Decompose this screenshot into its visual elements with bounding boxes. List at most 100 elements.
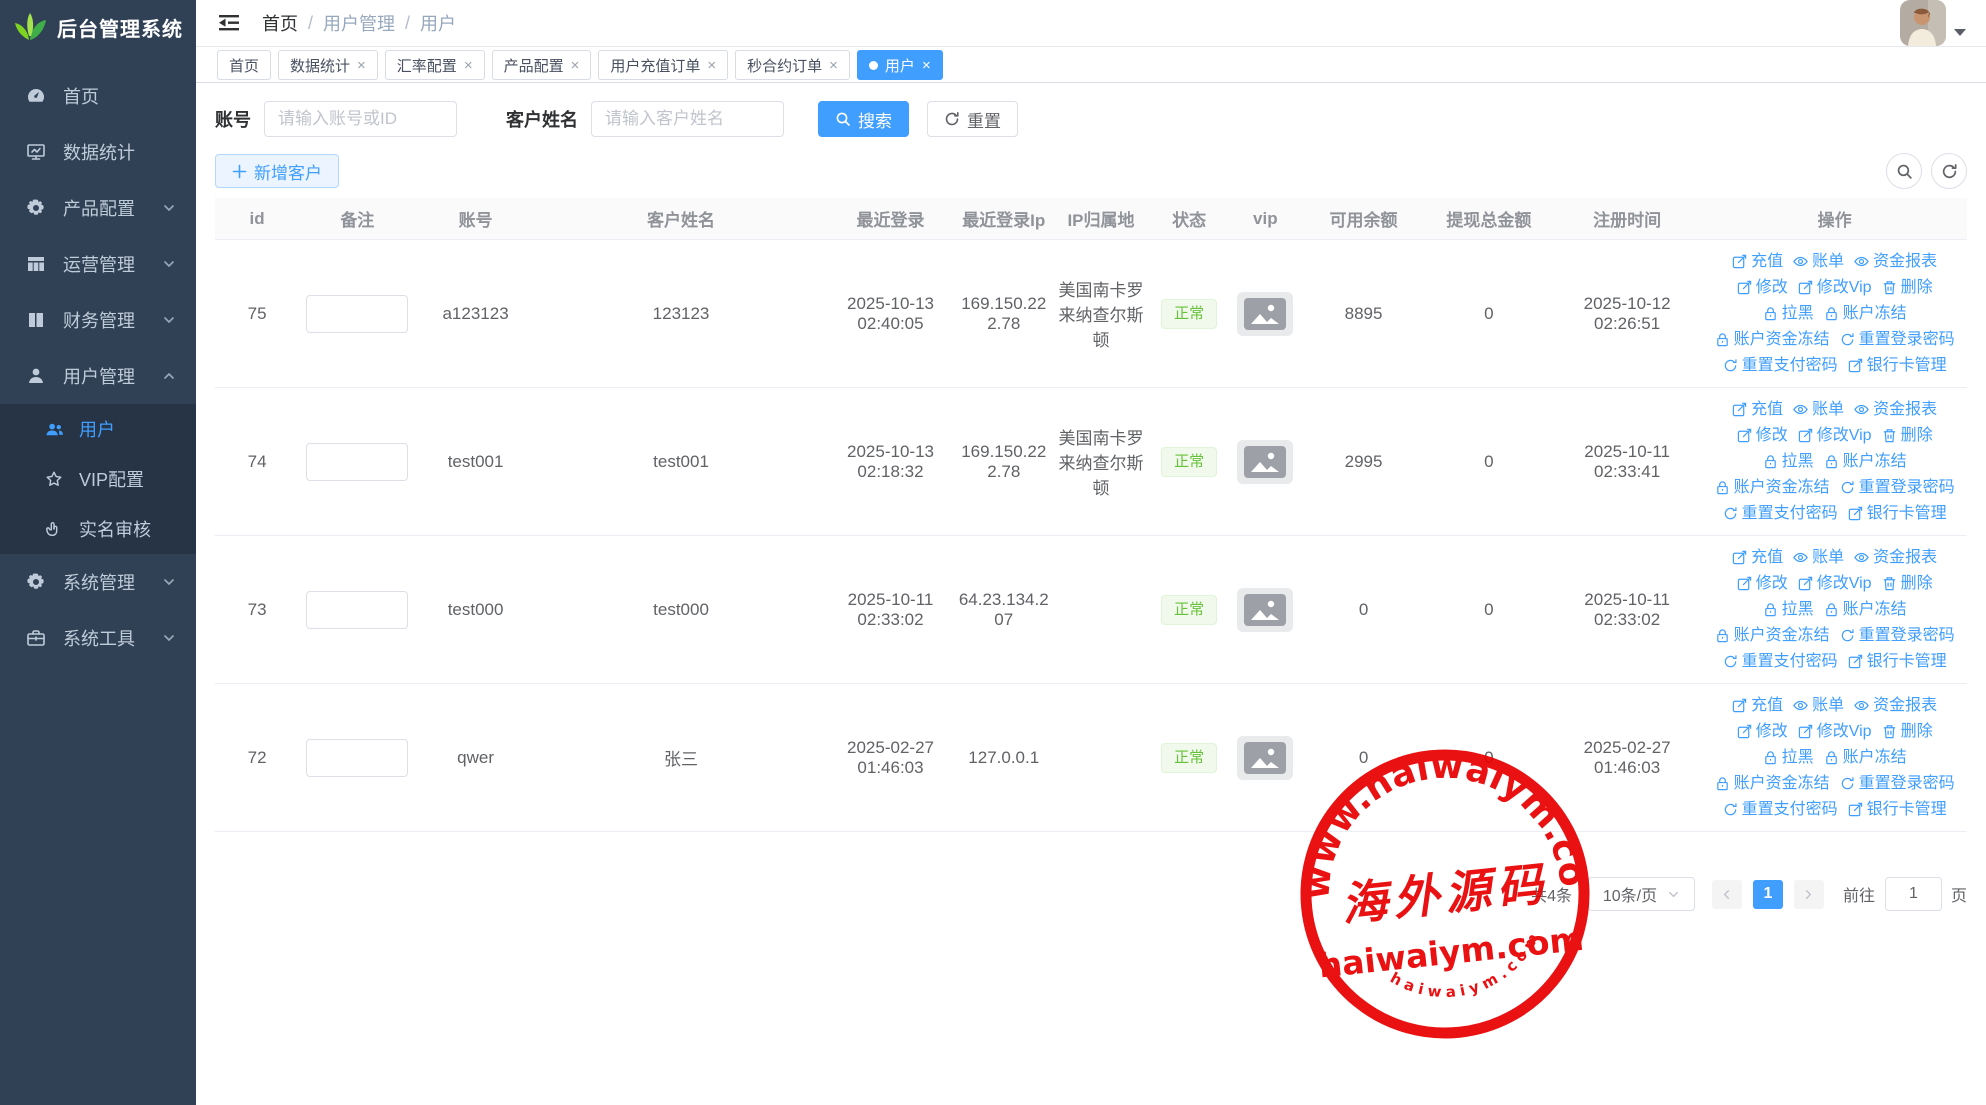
op-modify-link[interactable]: 修改 (1737, 572, 1788, 595)
op-fund-report-link[interactable]: 资金报表 (1854, 398, 1937, 421)
reset-button[interactable]: 重置 (927, 101, 1018, 137)
sidebar-item-system-tools[interactable]: 系统工具 (0, 610, 196, 666)
op-modify-vip-link[interactable]: 修改Vip (1798, 720, 1872, 743)
breadcrumb-home[interactable]: 首页 (262, 10, 298, 36)
op-modify-vip-link[interactable]: 修改Vip (1798, 276, 1872, 299)
op-freeze-funds-link[interactable]: 账户资金冻结 (1715, 772, 1830, 795)
sidebar-item-users[interactable]: 用户 (0, 404, 196, 454)
op-freeze-account-link[interactable]: 账户冻结 (1824, 450, 1907, 473)
op-bank-card-link[interactable]: 银行卡管理 (1848, 798, 1947, 821)
op-bank-card-link[interactable]: 银行卡管理 (1848, 354, 1947, 377)
avatar-dropdown-caret-icon[interactable] (1954, 29, 1966, 36)
account-input[interactable] (264, 101, 457, 137)
op-label: 重置支付密码 (1742, 354, 1838, 377)
op-bill-link[interactable]: 账单 (1793, 250, 1844, 273)
op-bank-card-link[interactable]: 银行卡管理 (1848, 502, 1947, 525)
add-customer-button[interactable]: 新增客户 (215, 154, 339, 188)
op-reset-pay-pwd-link[interactable]: 重置支付密码 (1723, 502, 1838, 525)
close-icon[interactable]: × (922, 58, 931, 73)
sidebar-item-finance[interactable]: 财务管理 (0, 292, 196, 348)
page-number-button[interactable]: 1 (1753, 880, 1783, 909)
op-freeze-account-link[interactable]: 账户冻结 (1824, 746, 1907, 769)
op-reset-pay-pwd-link[interactable]: 重置支付密码 (1723, 650, 1838, 673)
goto-page-input[interactable] (1885, 877, 1942, 911)
search-button[interactable]: 搜索 (818, 101, 909, 137)
op-blacklist-link[interactable]: 拉黑 (1763, 598, 1814, 621)
close-icon[interactable]: × (829, 58, 838, 73)
sidebar-item-product-config[interactable]: 产品配置 (0, 180, 196, 236)
page-size-select[interactable]: 10条/页 (1588, 877, 1695, 911)
remark-input[interactable] (306, 295, 408, 333)
op-delete-link[interactable]: 删除 (1882, 276, 1933, 299)
op-bill-link[interactable]: 账单 (1793, 694, 1844, 717)
op-reset-login-pwd-link[interactable]: 重置登录密码 (1840, 328, 1955, 351)
op-bill-link[interactable]: 账单 (1793, 398, 1844, 421)
customer-name-input[interactable] (591, 101, 784, 137)
op-freeze-account-link[interactable]: 账户冻结 (1824, 598, 1907, 621)
refresh-icon (1840, 332, 1855, 347)
tab-product-config[interactable]: 产品配置× (492, 50, 592, 80)
user-avatar[interactable] (1900, 0, 1946, 46)
op-recharge-link[interactable]: 充值 (1732, 250, 1783, 273)
sidebar-item-home[interactable]: 首页 (0, 68, 196, 124)
op-modify-link[interactable]: 修改 (1737, 276, 1788, 299)
op-blacklist-link[interactable]: 拉黑 (1763, 746, 1814, 769)
op-modify-link[interactable]: 修改 (1737, 720, 1788, 743)
close-icon[interactable]: × (707, 58, 716, 73)
op-recharge-link[interactable]: 充值 (1732, 694, 1783, 717)
op-freeze-funds-link[interactable]: 账户资金冻结 (1715, 328, 1830, 351)
cell-customer-name: test001 (536, 388, 827, 536)
op-modify-link[interactable]: 修改 (1737, 424, 1788, 447)
next-page-button[interactable] (1794, 880, 1824, 909)
op-delete-link[interactable]: 删除 (1882, 572, 1933, 595)
tab-home[interactable]: 首页 (217, 50, 271, 80)
op-reset-login-pwd-link[interactable]: 重置登录密码 (1840, 772, 1955, 795)
op-blacklist-link[interactable]: 拉黑 (1763, 302, 1814, 325)
tab-contract-orders[interactable]: 秒合约订单× (735, 50, 850, 80)
op-fund-report-link[interactable]: 资金报表 (1854, 250, 1937, 273)
op-blacklist-link[interactable]: 拉黑 (1763, 450, 1814, 473)
op-freeze-account-link[interactable]: 账户冻结 (1824, 302, 1907, 325)
op-bank-card-link[interactable]: 银行卡管理 (1848, 650, 1947, 673)
remark-input[interactable] (306, 739, 408, 777)
tab-recharge-orders[interactable]: 用户充值订单× (598, 50, 728, 80)
tab-users-active[interactable]: 用户× (857, 50, 943, 80)
table-search-toggle-button[interactable] (1886, 153, 1922, 189)
op-modify-vip-link[interactable]: 修改Vip (1798, 424, 1872, 447)
sidebar-item-user-management[interactable]: 用户管理 (0, 348, 196, 404)
vip-image-placeholder-icon[interactable] (1237, 736, 1293, 780)
op-delete-link[interactable]: 删除 (1882, 720, 1933, 743)
vip-image-placeholder-icon[interactable] (1237, 588, 1293, 632)
sidebar-item-vip-config[interactable]: VIP配置 (0, 454, 196, 504)
sidebar-item-system-management[interactable]: 系统管理 (0, 554, 196, 610)
op-modify-vip-link[interactable]: 修改Vip (1798, 572, 1872, 595)
op-freeze-funds-link[interactable]: 账户资金冻结 (1715, 624, 1830, 647)
remark-input[interactable] (306, 443, 408, 481)
op-reset-pay-pwd-link[interactable]: 重置支付密码 (1723, 354, 1838, 377)
op-recharge-link[interactable]: 充值 (1732, 398, 1783, 421)
op-recharge-link[interactable]: 充值 (1732, 546, 1783, 569)
op-bill-link[interactable]: 账单 (1793, 546, 1844, 569)
op-label: 拉黑 (1782, 746, 1814, 769)
table-refresh-button[interactable] (1931, 153, 1967, 189)
close-icon[interactable]: × (357, 58, 366, 73)
op-reset-pay-pwd-link[interactable]: 重置支付密码 (1723, 798, 1838, 821)
prev-page-button[interactable] (1712, 880, 1742, 909)
sidebar-item-operations[interactable]: 运营管理 (0, 236, 196, 292)
vip-image-placeholder-icon[interactable] (1237, 440, 1293, 484)
close-icon[interactable]: × (571, 58, 580, 73)
remark-input[interactable] (306, 591, 408, 629)
sidebar-item-verify[interactable]: 实名审核 (0, 504, 196, 554)
sidebar-collapse-icon[interactable] (218, 13, 240, 33)
op-fund-report-link[interactable]: 资金报表 (1854, 546, 1937, 569)
vip-image-placeholder-icon[interactable] (1237, 292, 1293, 336)
op-reset-login-pwd-link[interactable]: 重置登录密码 (1840, 476, 1955, 499)
sidebar-item-statistics[interactable]: 数据统计 (0, 124, 196, 180)
tab-exchange-rate[interactable]: 汇率配置× (385, 50, 485, 80)
op-delete-link[interactable]: 删除 (1882, 424, 1933, 447)
close-icon[interactable]: × (464, 58, 473, 73)
op-freeze-funds-link[interactable]: 账户资金冻结 (1715, 476, 1830, 499)
op-reset-login-pwd-link[interactable]: 重置登录密码 (1840, 624, 1955, 647)
tab-statistics[interactable]: 数据统计× (278, 50, 378, 80)
op-fund-report-link[interactable]: 资金报表 (1854, 694, 1937, 717)
